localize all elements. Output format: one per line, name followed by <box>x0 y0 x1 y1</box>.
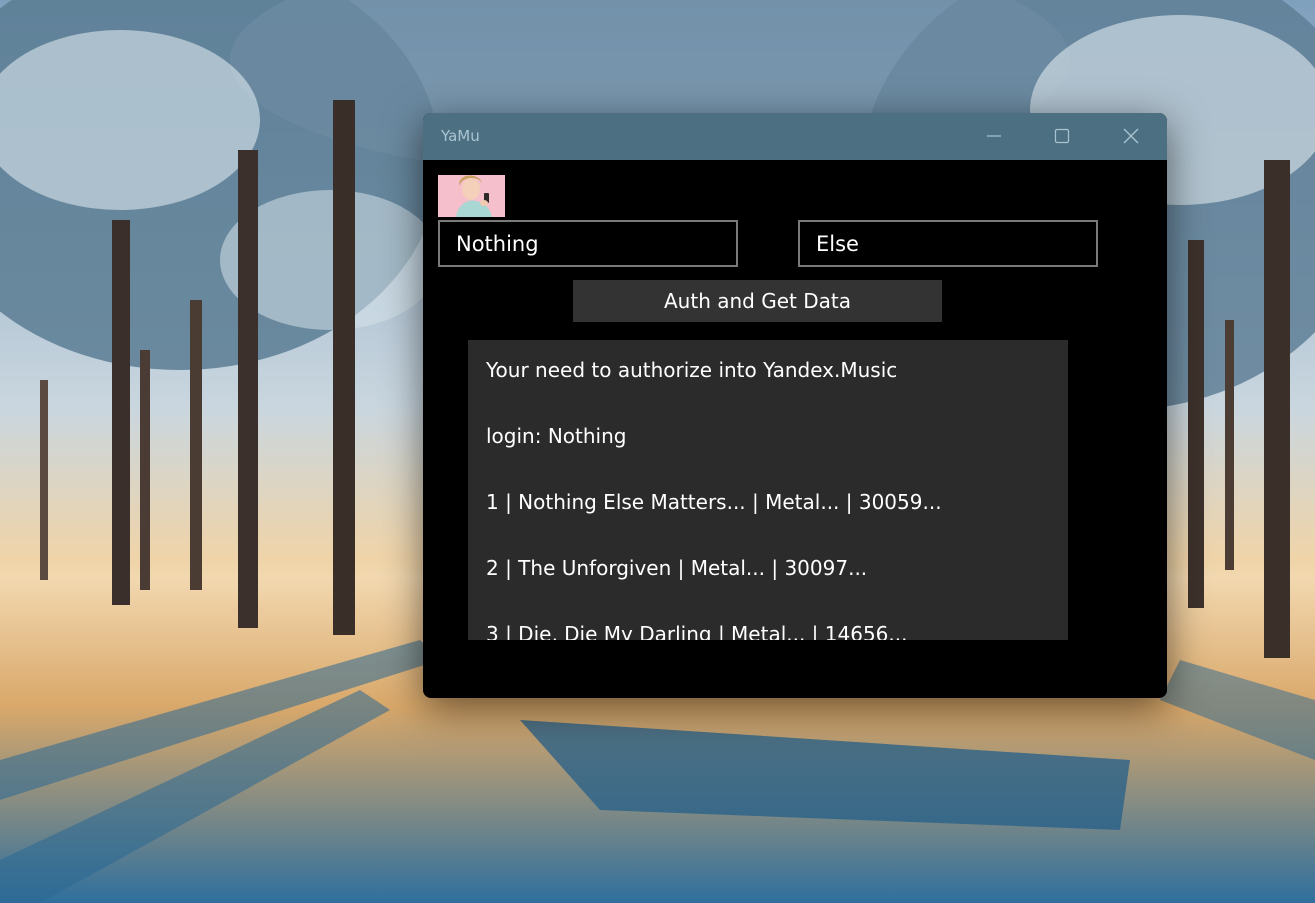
minimize-button[interactable] <box>971 113 1017 160</box>
output-line-auth-message: Your need to authorize into Yandex.Music <box>486 358 898 382</box>
output-line-track-1: 1 | Nothing Else Matters... | Metal... |… <box>486 490 942 514</box>
title-bar[interactable]: YaMu <box>423 113 1167 160</box>
window-title: YaMu <box>441 127 480 145</box>
output-textbox[interactable]: Your need to authorize into Yandex.Music… <box>468 340 1068 640</box>
minimize-icon <box>987 135 1001 137</box>
maximize-button[interactable] <box>1039 113 1085 160</box>
desktop: YaMu Nothing Else Auth and Get Data Your… <box>0 0 1315 903</box>
output-line-track-2: 2 | The Unforgiven | Metal... | 30097... <box>486 556 868 580</box>
auth-and-get-data-button[interactable]: Auth and Get Data <box>573 280 942 322</box>
close-icon <box>1123 128 1139 144</box>
app-window: YaMu Nothing Else Auth and Get Data Your… <box>423 113 1167 698</box>
output-line-track-3: 3 | Die, Die My Darling | Metal... | 146… <box>486 622 908 640</box>
user-photo-icon <box>438 175 505 217</box>
output-line-login: login: Nothing <box>486 424 627 448</box>
avatar <box>438 175 505 217</box>
close-button[interactable] <box>1108 113 1154 160</box>
maximize-icon <box>1054 128 1070 144</box>
password-input[interactable] <box>798 220 1098 267</box>
login-input[interactable] <box>438 220 738 267</box>
